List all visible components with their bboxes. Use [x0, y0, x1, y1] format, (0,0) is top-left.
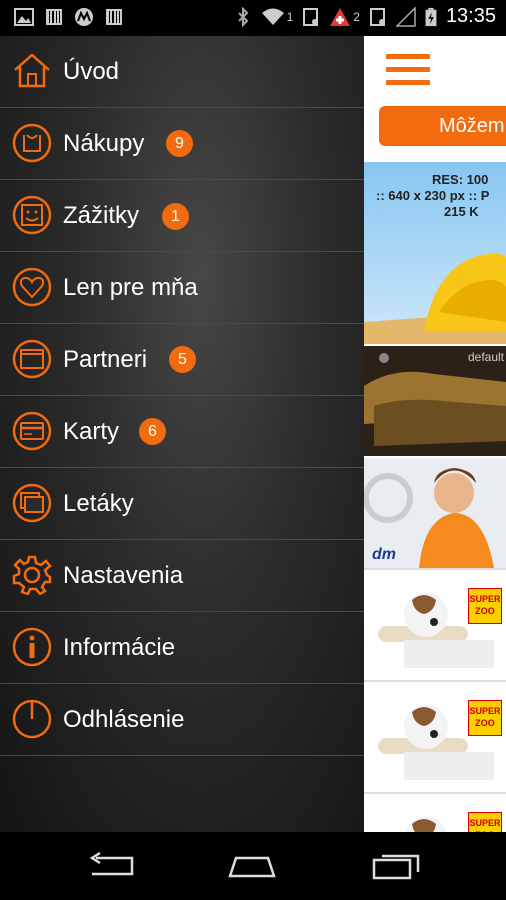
menu-item-odhlasenie[interactable]: Odhlásenie [0, 684, 364, 756]
menu-item-letaky[interactable]: Letáky [0, 468, 364, 540]
sarcophagus-tile[interactable]: default [364, 346, 506, 456]
bluetooth-icon [237, 6, 248, 27]
menu-item-label: Úvod [63, 57, 120, 85]
menu-item-label: Karty [63, 417, 120, 445]
super-zoo-tile[interactable]: SUPER ZOO [364, 682, 506, 792]
image-notification-icon [14, 8, 34, 26]
home-nav-icon[interactable] [226, 850, 278, 880]
info-icon [12, 627, 52, 667]
card-icon [12, 411, 52, 451]
menu-item-label: Zážitky [63, 201, 140, 229]
shopping-bag-icon [12, 123, 52, 163]
heart-icon [12, 267, 52, 307]
recent-apps-icon[interactable] [370, 850, 422, 880]
smiley-icon [12, 195, 52, 235]
count-badge: 9 [166, 130, 193, 157]
menu-item-karty[interactable]: Karty 6 [0, 396, 364, 468]
swiss-flag-icon [330, 7, 351, 26]
menu-item-uvod[interactable]: Úvod [0, 36, 364, 108]
promo-banner[interactable]: RES: 100 :: 640 x 230 px :: P 215 K [364, 162, 506, 344]
super-zoo-tile[interactable]: SUPER ZOO [364, 570, 506, 680]
home-icon [14, 53, 50, 88]
dog-image [378, 705, 494, 780]
primary-action-button[interactable]: Môžem [379, 106, 506, 146]
menu-item-label: Informácie [63, 633, 176, 661]
menu-item-label: Partneri [63, 345, 148, 373]
menu-item-label: Nákupy [63, 129, 145, 157]
hamburger-line [386, 80, 430, 85]
sim-card-icon-2 [369, 7, 385, 26]
menu-item-partneri[interactable]: Partneri 5 [0, 324, 364, 396]
leaflets-icon [12, 483, 52, 523]
count-badge: 1 [162, 203, 189, 230]
hamburger-line [386, 54, 430, 59]
ice-cream-image [364, 253, 506, 344]
clock: 13:35 [445, 5, 496, 27]
default-label: default [467, 350, 504, 364]
window-icon [12, 339, 52, 379]
count-badge: 6 [139, 418, 166, 445]
back-icon[interactable] [86, 850, 138, 880]
menu-item-label: Odhlásenie [63, 705, 185, 733]
menu-item-zazitky[interactable]: Zážitky 1 [0, 180, 364, 252]
dm-logo: dm [372, 546, 396, 563]
motorola-icon [75, 8, 93, 26]
super-zoo-logo: SUPER ZOO [468, 588, 502, 624]
super-zoo-logo: SUPER ZOO [468, 700, 502, 736]
menu-item-informacie[interactable]: Informácie [0, 612, 364, 684]
menu-item-label: Letáky [63, 489, 134, 517]
menu-toggle-button[interactable] [386, 54, 430, 88]
status-bar: 1 2 13:35 [0, 0, 506, 36]
count-badge: 5 [169, 346, 196, 373]
sim-card-icon [303, 7, 319, 26]
hamburger-line [386, 67, 430, 72]
sim2-indicator: 2 [353, 9, 360, 24]
power-icon [12, 699, 52, 739]
main-content: Môžem RES: 100 :: 640 x 230 px :: P 215 … [364, 36, 506, 832]
menu-item-nakupy[interactable]: Nákupy 9 [0, 108, 364, 180]
dog-image [378, 593, 494, 668]
battery-charging-icon [425, 7, 437, 26]
system-nav-bar [0, 832, 506, 900]
dm-tile[interactable]: dm [364, 458, 506, 568]
menu-item-nastavenia[interactable]: Nastavenia [0, 540, 364, 612]
super-zoo-logo: SUPER ZOO [468, 812, 502, 832]
sim1-indicator: 1 [286, 9, 294, 24]
gear-icon [12, 555, 52, 595]
barcode-notification-icon [46, 9, 62, 25]
super-zoo-tile[interactable]: SUPER ZOO [364, 794, 506, 832]
signal-icon [395, 6, 416, 27]
barcode-notification-icon-2 [106, 9, 122, 25]
navigation-drawer: Úvod Nákupy 9 Zážitky 1 Len pre mňa Part… [0, 36, 364, 832]
menu-item-len-pre-mna[interactable]: Len pre mňa [0, 252, 364, 324]
menu-item-label: Nastavenia [63, 561, 184, 589]
wifi-icon [261, 8, 284, 25]
menu-item-label: Len pre mňa [63, 273, 198, 301]
